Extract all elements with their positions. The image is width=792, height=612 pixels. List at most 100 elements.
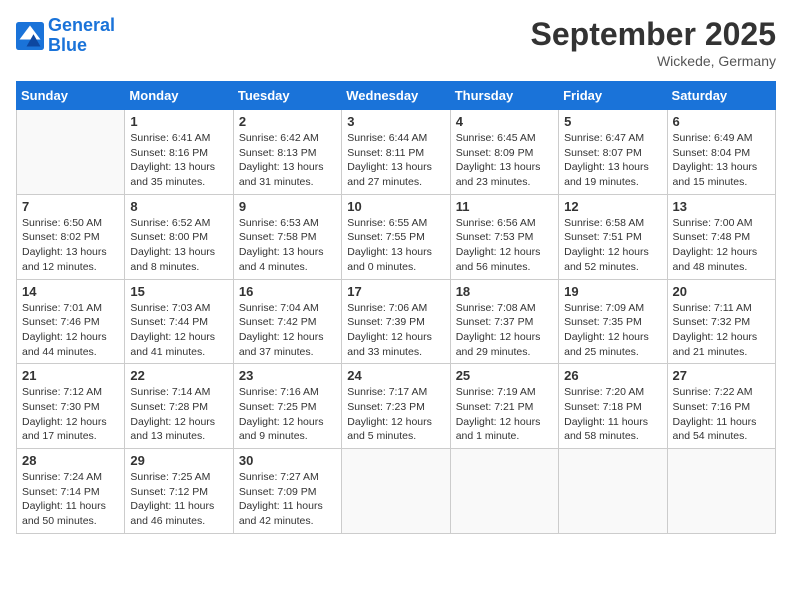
day-info: Sunrise: 7:20 AM Sunset: 7:18 PM Dayligh… [564,385,661,444]
col-header-saturday: Saturday [667,82,775,110]
col-header-tuesday: Tuesday [233,82,341,110]
logo-text: General Blue [48,16,115,56]
day-number: 24 [347,368,444,383]
day-info: Sunrise: 7:16 AM Sunset: 7:25 PM Dayligh… [239,385,336,444]
day-cell: 29Sunrise: 7:25 AM Sunset: 7:12 PM Dayli… [125,449,233,534]
week-row-3: 14 Sunrise: 7:01 AM Sunset: 7:46 PM Dayli… [17,279,776,364]
day-cell: 13 Sunrise: 7:00 AM Sunset: 7:48 PM Dayli… [667,194,775,279]
day-info: Sunrise: 7:27 AM Sunset: 7:09 PM Dayligh… [239,470,336,529]
day-info: Sunrise: 7:03 AM Sunset: 7:44 PM Dayligh… [130,301,227,360]
day-cell: 22 Sunrise: 7:14 AM Sunset: 7:28 PM Dayli… [125,364,233,449]
page-header: General Blue September 2025 Wickede, Ger… [16,16,776,69]
week-row-5: 28 Sunrise: 7:24 AM Sunset: 7:14 PM Dayli… [17,449,776,534]
col-header-sunday: Sunday [17,82,125,110]
day-info: Sunrise: 7:11 AM Sunset: 7:32 PM Dayligh… [673,301,770,360]
day-number: 30 [239,453,336,468]
day-info: Sunrise: 7:25 AM Sunset: 7:12 PM Dayligh… [130,470,227,529]
day-cell: 6Sunrise: 6:49 AM Sunset: 8:04 PM Daylig… [667,110,775,195]
day-number: 8 [130,199,227,214]
day-info: Sunrise: 6:41 AM Sunset: 8:16 PM Dayligh… [130,131,227,190]
day-number: 1 [130,114,227,129]
day-cell [450,449,558,534]
day-number: 20 [673,284,770,299]
day-cell: 18 Sunrise: 7:08 AM Sunset: 7:37 PM Dayli… [450,279,558,364]
day-cell: 10 Sunrise: 6:55 AM Sunset: 7:55 PM Dayli… [342,194,450,279]
day-info: Sunrise: 7:12 AM Sunset: 7:30 PM Dayligh… [22,385,119,444]
day-cell: 1 Sunrise: 6:41 AM Sunset: 8:16 PM Daylig… [125,110,233,195]
col-header-friday: Friday [559,82,667,110]
day-number: 27 [673,368,770,383]
day-info: Sunrise: 6:55 AM Sunset: 7:55 PM Dayligh… [347,216,444,275]
day-number: 26 [564,368,661,383]
day-cell: 23 Sunrise: 7:16 AM Sunset: 7:25 PM Dayli… [233,364,341,449]
day-number: 19 [564,284,661,299]
day-info: Sunrise: 7:00 AM Sunset: 7:48 PM Dayligh… [673,216,770,275]
day-cell: 14 Sunrise: 7:01 AM Sunset: 7:46 PM Dayli… [17,279,125,364]
day-info: Sunrise: 6:50 AM Sunset: 8:02 PM Dayligh… [22,216,119,275]
day-cell: 21 Sunrise: 7:12 AM Sunset: 7:30 PM Dayli… [17,364,125,449]
day-number: 13 [673,199,770,214]
day-info: Sunrise: 6:56 AM Sunset: 7:53 PM Dayligh… [456,216,553,275]
day-info: Sunrise: 6:52 AM Sunset: 8:00 PM Dayligh… [130,216,227,275]
logo-line2: Blue [48,35,87,55]
day-cell: 28 Sunrise: 7:24 AM Sunset: 7:14 PM Dayli… [17,449,125,534]
day-cell [342,449,450,534]
day-cell: 24Sunrise: 7:17 AM Sunset: 7:23 PM Dayli… [342,364,450,449]
logo-icon [16,22,44,50]
day-cell [17,110,125,195]
day-cell: 4Sunrise: 6:45 AM Sunset: 8:09 PM Daylig… [450,110,558,195]
day-info: Sunrise: 7:09 AM Sunset: 7:35 PM Dayligh… [564,301,661,360]
day-cell: 3 Sunrise: 6:44 AM Sunset: 8:11 PM Daylig… [342,110,450,195]
day-cell: 7 Sunrise: 6:50 AM Sunset: 8:02 PM Daylig… [17,194,125,279]
day-info: Sunrise: 7:22 AM Sunset: 7:16 PM Dayligh… [673,385,770,444]
day-number: 15 [130,284,227,299]
day-info: Sunrise: 6:42 AM Sunset: 8:13 PM Dayligh… [239,131,336,190]
day-info: Sunrise: 6:44 AM Sunset: 8:11 PM Dayligh… [347,131,444,190]
day-cell: 27 Sunrise: 7:22 AM Sunset: 7:16 PM Dayli… [667,364,775,449]
day-info: Sunrise: 6:47 AM Sunset: 8:07 PM Dayligh… [564,131,661,190]
col-header-thursday: Thursday [450,82,558,110]
day-number: 3 [347,114,444,129]
day-cell: 8 Sunrise: 6:52 AM Sunset: 8:00 PM Daylig… [125,194,233,279]
day-cell: 2 Sunrise: 6:42 AM Sunset: 8:13 PM Daylig… [233,110,341,195]
day-number: 14 [22,284,119,299]
day-cell: 20 Sunrise: 7:11 AM Sunset: 7:32 PM Dayli… [667,279,775,364]
day-cell: 9Sunrise: 6:53 AM Sunset: 7:58 PM Daylig… [233,194,341,279]
day-info: Sunrise: 7:14 AM Sunset: 7:28 PM Dayligh… [130,385,227,444]
day-info: Sunrise: 7:01 AM Sunset: 7:46 PM Dayligh… [22,301,119,360]
day-info: Sunrise: 6:45 AM Sunset: 8:09 PM Dayligh… [456,131,553,190]
day-number: 11 [456,199,553,214]
day-number: 10 [347,199,444,214]
day-cell [559,449,667,534]
day-info: Sunrise: 6:53 AM Sunset: 7:58 PM Dayligh… [239,216,336,275]
day-cell: 25 Sunrise: 7:19 AM Sunset: 7:21 PM Dayli… [450,364,558,449]
day-cell: 19 Sunrise: 7:09 AM Sunset: 7:35 PM Dayli… [559,279,667,364]
day-cell: 5Sunrise: 6:47 AM Sunset: 8:07 PM Daylig… [559,110,667,195]
day-number: 25 [456,368,553,383]
day-info: Sunrise: 7:24 AM Sunset: 7:14 PM Dayligh… [22,470,119,529]
day-cell: 12Sunrise: 6:58 AM Sunset: 7:51 PM Dayli… [559,194,667,279]
calendar-table: SundayMondayTuesdayWednesdayThursdayFrid… [16,81,776,534]
day-info: Sunrise: 6:58 AM Sunset: 7:51 PM Dayligh… [564,216,661,275]
title-block: September 2025 Wickede, Germany [531,16,776,69]
day-info: Sunrise: 6:49 AM Sunset: 8:04 PM Dayligh… [673,131,770,190]
logo: General Blue [16,16,115,56]
day-info: Sunrise: 7:04 AM Sunset: 7:42 PM Dayligh… [239,301,336,360]
logo-line1: General [48,15,115,35]
day-number: 2 [239,114,336,129]
day-number: 17 [347,284,444,299]
day-info: Sunrise: 7:08 AM Sunset: 7:37 PM Dayligh… [456,301,553,360]
day-number: 28 [22,453,119,468]
day-number: 7 [22,199,119,214]
day-number: 23 [239,368,336,383]
day-info: Sunrise: 7:06 AM Sunset: 7:39 PM Dayligh… [347,301,444,360]
day-number: 18 [456,284,553,299]
day-info: Sunrise: 7:19 AM Sunset: 7:21 PM Dayligh… [456,385,553,444]
week-row-4: 21 Sunrise: 7:12 AM Sunset: 7:30 PM Dayli… [17,364,776,449]
location: Wickede, Germany [531,53,776,69]
day-cell [667,449,775,534]
day-number: 22 [130,368,227,383]
day-number: 16 [239,284,336,299]
day-number: 21 [22,368,119,383]
col-header-monday: Monday [125,82,233,110]
